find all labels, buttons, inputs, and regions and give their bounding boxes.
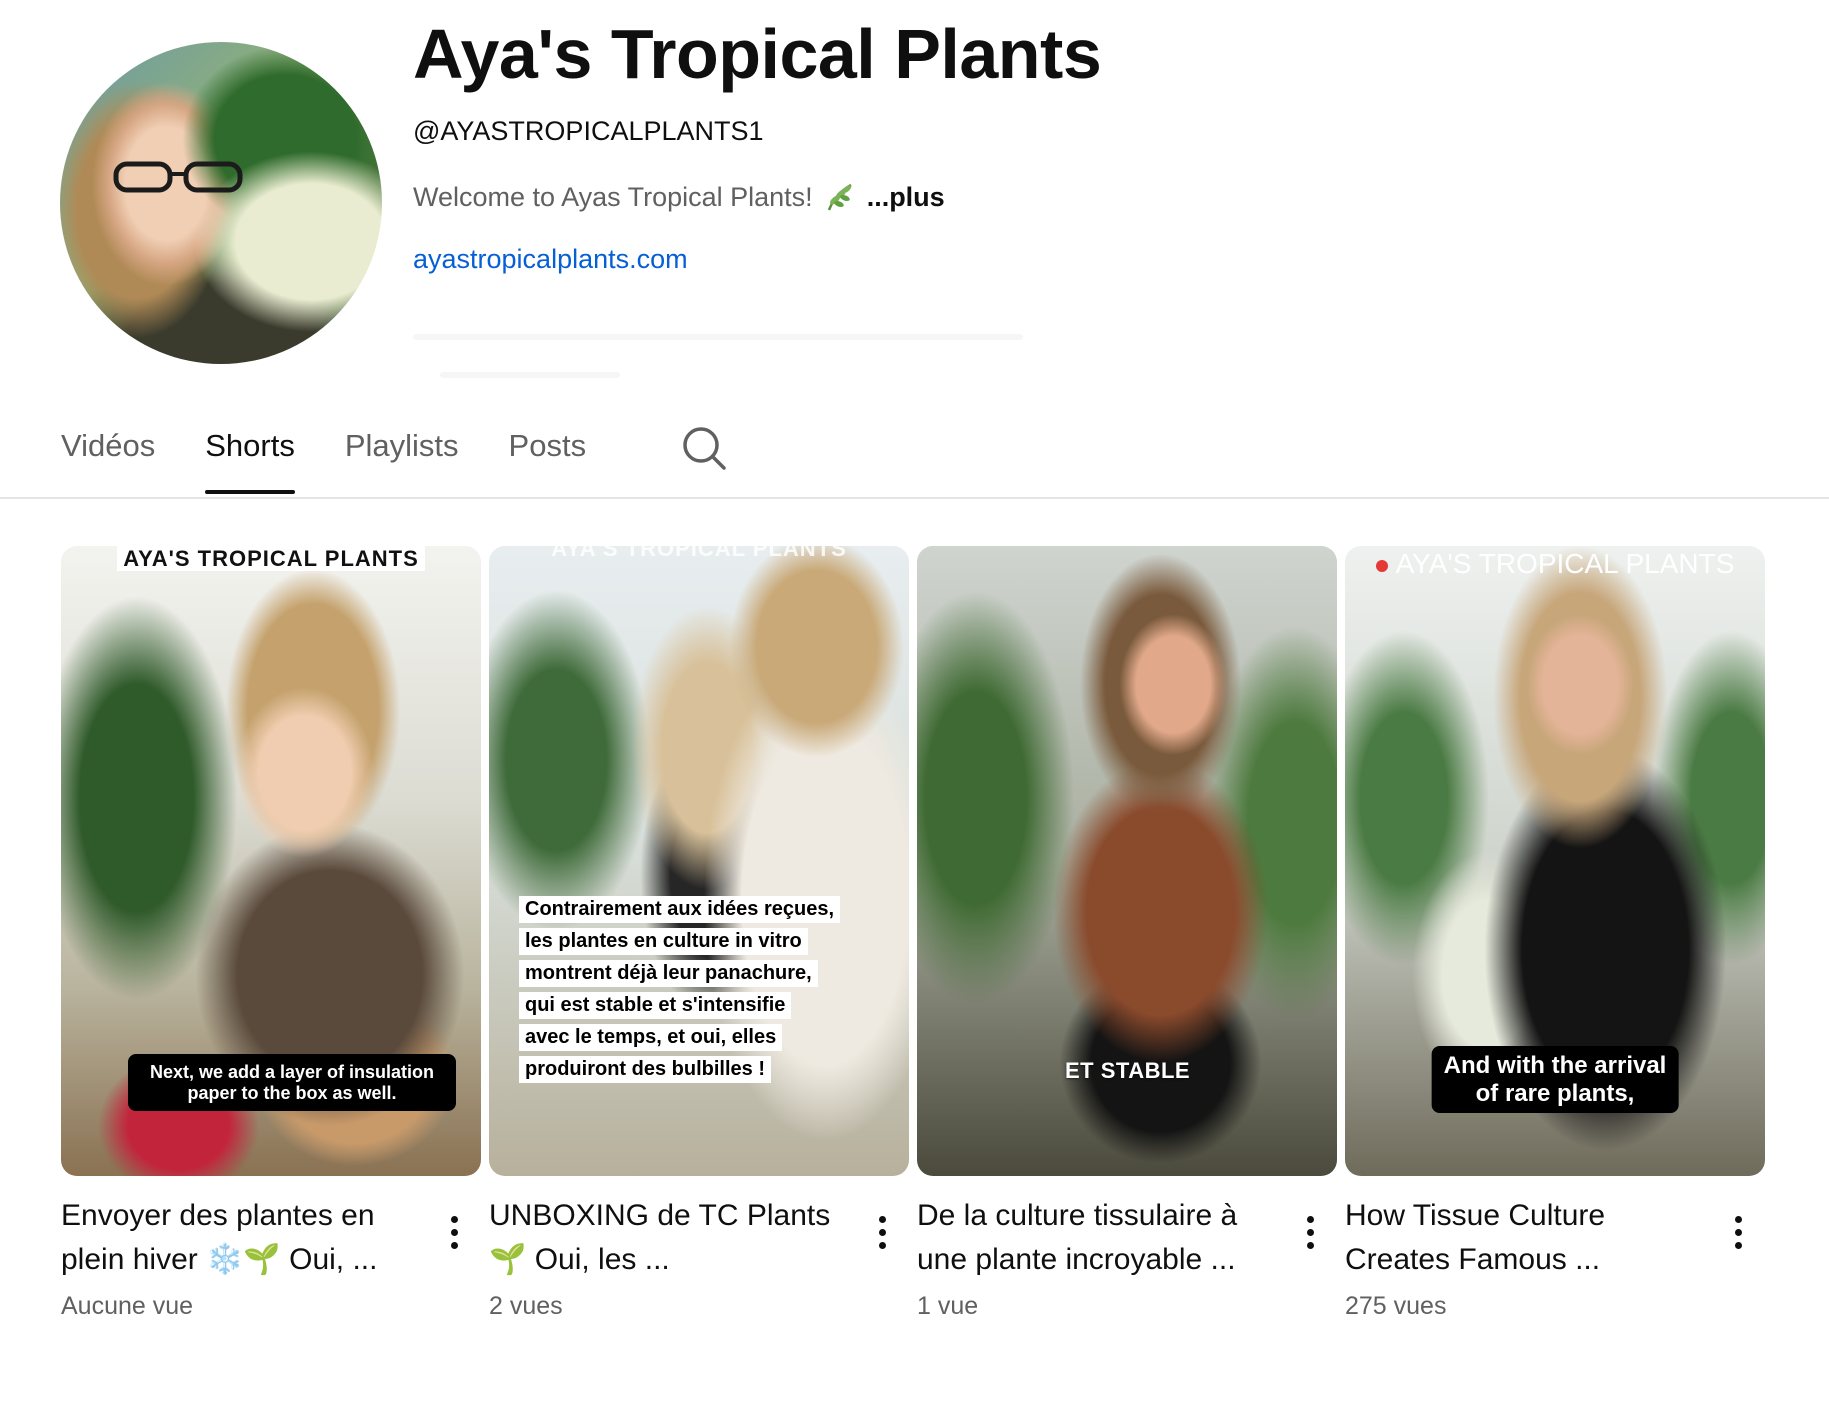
- tab-playlists[interactable]: Playlists: [345, 424, 459, 494]
- channel-handle: @AYASTROPICALPLANTS1: [413, 116, 764, 146]
- location-pin-icon: [1375, 559, 1388, 572]
- thumbnail-caption: Next, we add a layer of insulation paper…: [128, 1054, 456, 1112]
- thumbnail-caption: And with the arrival of rare plants,: [1431, 1046, 1679, 1114]
- short-views: Aucune vue: [61, 1292, 194, 1320]
- thumbnail-caption: Contrairement aux idées reçues, les plan…: [519, 896, 879, 1088]
- more-vert-icon[interactable]: [875, 1216, 889, 1252]
- thumbnail-overlay-text: ET STABLE: [1065, 1058, 1191, 1083]
- tab-shorts[interactable]: Shorts: [205, 424, 295, 494]
- channel-tabs: Vidéos Shorts Playlists Posts: [61, 424, 636, 498]
- short-title[interactable]: De la culture tissulaire à une plante in…: [917, 1194, 1287, 1282]
- channel-description[interactable]: Welcome to Ayas Tropical Plants! ...plus: [413, 180, 945, 214]
- short-card: ET STABLE De la culture tissulaire à une…: [917, 546, 1337, 1321]
- tab-videos[interactable]: Vidéos: [61, 424, 155, 494]
- short-title[interactable]: How Tissue Culture Creates Famous ...: [1345, 1194, 1715, 1282]
- short-title[interactable]: Envoyer des plantes en plein hiver ❄️🌱 O…: [61, 1194, 431, 1282]
- tab-posts[interactable]: Posts: [509, 424, 587, 494]
- thumbnail-watermark: AYA'S TROPICAL PLANTS: [61, 546, 481, 572]
- more-vert-icon[interactable]: [447, 1216, 461, 1252]
- tabs-divider: [0, 497, 1829, 499]
- short-views: 275 vues: [1345, 1292, 1447, 1320]
- short-views: 1 vue: [917, 1292, 979, 1320]
- thumbnail-watermark: AYA'S TROPICAL PLANTS: [551, 546, 847, 561]
- channel-avatar[interactable]: [60, 42, 382, 364]
- short-meta: De la culture tissulaire à une plante in…: [917, 1194, 1337, 1321]
- description-text: Welcome to Ayas Tropical Plants!: [413, 181, 813, 212]
- description-more-button[interactable]: ...plus: [867, 182, 945, 213]
- shorts-grid: AYA'S TROPICAL PLANTS Next, we add a lay…: [61, 546, 1767, 1321]
- more-vert-icon[interactable]: [1731, 1216, 1745, 1252]
- short-thumbnail[interactable]: ET STABLE: [917, 546, 1337, 1176]
- short-meta: UNBOXING de TC Plants 🌱 Oui, les ... 2 v…: [489, 1194, 909, 1321]
- short-views: 2 vues: [489, 1292, 563, 1320]
- short-thumbnail[interactable]: AYA'S TROPICAL PLANTS And with the arriv…: [1345, 546, 1765, 1176]
- short-thumbnail[interactable]: AYA'S TROPICAL PLANTS Next, we add a lay…: [61, 546, 481, 1176]
- channel-title: Aya's Tropical Plants: [413, 15, 1102, 93]
- search-icon[interactable]: [680, 424, 728, 472]
- leaf-icon: [827, 183, 852, 211]
- ghost-placeholder-line: [440, 372, 620, 378]
- short-card: AYA'S TROPICAL PLANTS And with the arriv…: [1345, 546, 1765, 1321]
- short-title[interactable]: UNBOXING de TC Plants 🌱 Oui, les ...: [489, 1194, 859, 1282]
- avatar-glasses-detail: [113, 161, 243, 193]
- ghost-placeholder-line: [413, 334, 1023, 340]
- more-vert-icon[interactable]: [1303, 1216, 1317, 1252]
- thumbnail-watermark: AYA'S TROPICAL PLANTS: [1345, 548, 1765, 580]
- short-meta: How Tissue Culture Creates Famous ... 27…: [1345, 1194, 1765, 1321]
- short-card: AYA'S TROPICAL PLANTS Contrairement aux …: [489, 546, 909, 1321]
- short-meta: Envoyer des plantes en plein hiver ❄️🌱 O…: [61, 1194, 481, 1321]
- short-thumbnail[interactable]: AYA'S TROPICAL PLANTS Contrairement aux …: [489, 546, 909, 1176]
- short-card: AYA'S TROPICAL PLANTS Next, we add a lay…: [61, 546, 481, 1321]
- channel-website-link[interactable]: ayastropicalplants.com: [413, 244, 688, 275]
